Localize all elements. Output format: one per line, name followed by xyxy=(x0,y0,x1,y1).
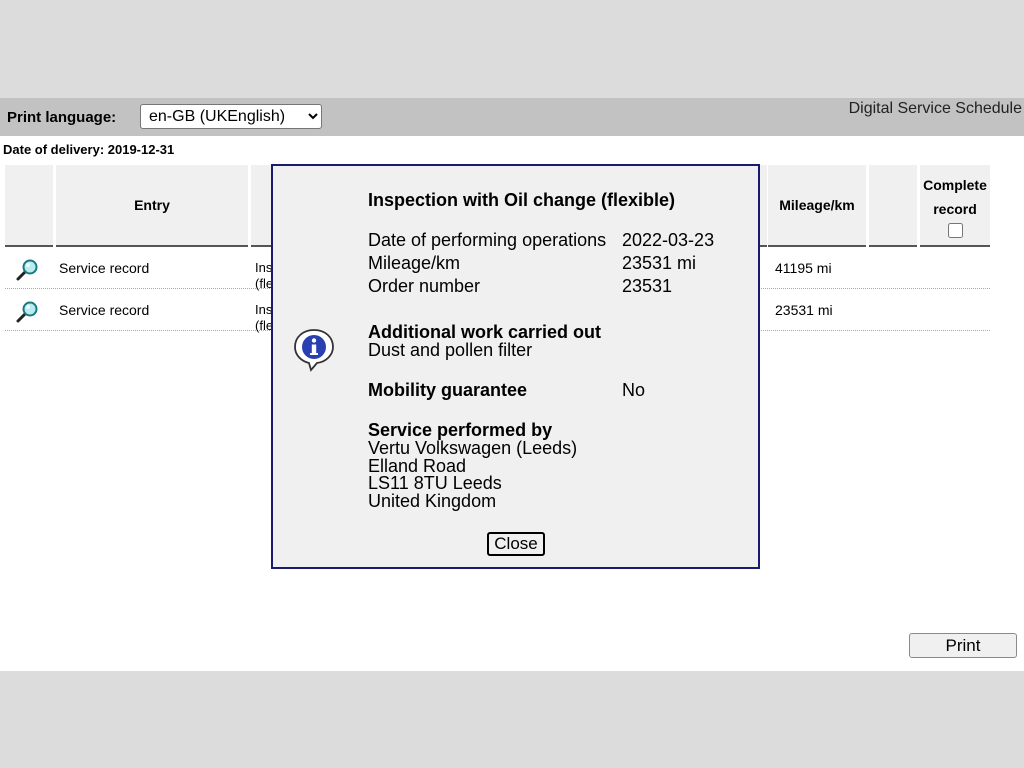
header-complete-label-1: Complete xyxy=(923,176,987,193)
address-line: United Kingdom xyxy=(368,491,497,511)
complete-record-checkbox[interactable] xyxy=(947,222,963,238)
app-title: Digital Service Schedule xyxy=(848,100,1022,117)
row-entry: Service record xyxy=(59,260,150,276)
header-blank-column xyxy=(869,165,917,247)
row-entry: Service record xyxy=(59,302,150,318)
close-button[interactable]: Close xyxy=(487,532,545,556)
info-speech-bubble-icon xyxy=(294,329,334,372)
service-detail-dialog: Inspection with Oil change (flexible) Da… xyxy=(271,164,760,569)
order-number-label: Order number xyxy=(368,276,481,296)
additional-work-value: Dust and pollen filter xyxy=(368,340,533,360)
toolbar: Print language: en-GB (UKEnglish) Digita… xyxy=(0,98,1024,136)
header-mileage: Mileage/km xyxy=(768,165,866,247)
order-number-value: 23531 xyxy=(622,276,673,296)
header-entry: Entry xyxy=(56,165,248,247)
mileage-label: Mileage/km xyxy=(368,253,461,273)
header-complete-record: Complete record xyxy=(920,165,990,247)
row-mileage: 41195 mi xyxy=(775,260,832,276)
print-language-select[interactable]: en-GB (UKEnglish) xyxy=(140,104,322,129)
mobility-guarantee-value: No xyxy=(622,380,646,400)
header-complete-label-2: record xyxy=(933,200,977,217)
header-icon-column xyxy=(5,165,53,247)
mileage-value: 23531 mi xyxy=(622,253,697,273)
dialog-title: Inspection with Oil change (flexible) xyxy=(368,190,676,210)
date-label: Date of performing operations xyxy=(368,230,607,250)
row-description-line1: Ins xyxy=(255,302,273,317)
delivery-date: Date of delivery: 2019-12-31 xyxy=(3,142,175,157)
magnifier-icon[interactable] xyxy=(15,300,39,324)
header-entry-label: Entry xyxy=(134,197,170,213)
header-mileage-label: Mileage/km xyxy=(779,197,855,213)
mobility-guarantee-label: Mobility guarantee xyxy=(368,380,528,400)
magnifier-icon[interactable] xyxy=(15,258,39,282)
print-button[interactable]: Print xyxy=(909,633,1017,658)
print-language-label: Print language: xyxy=(7,109,117,126)
date-value: 2022-03-23 xyxy=(622,230,715,250)
row-mileage: 23531 mi xyxy=(775,302,833,318)
row-description-line1: Ins xyxy=(255,260,273,275)
